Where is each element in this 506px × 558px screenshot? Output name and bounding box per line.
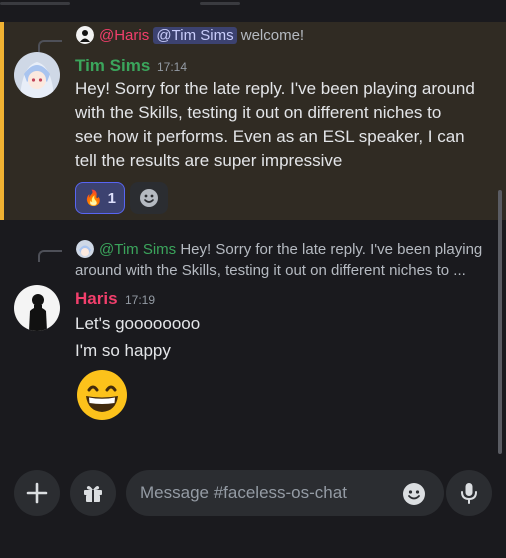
smile-icon[interactable]	[402, 482, 426, 506]
reaction-button[interactable]: 🔥 1	[75, 182, 125, 214]
reply-connector	[38, 40, 62, 52]
fire-icon: 🔥	[83, 190, 103, 207]
message-line: with the Skills, testing it out on diffe…	[75, 103, 442, 122]
composer-bar: Message #faceless-os-chat	[0, 464, 506, 558]
message-line: Let's goooooooo	[75, 314, 201, 333]
message-line: Hey! Sorry for the late reply. I've been…	[75, 79, 475, 98]
smile-icon	[140, 189, 158, 207]
reply-connector	[38, 250, 62, 262]
timestamp: 17:19	[125, 293, 156, 307]
username[interactable]: Haris	[75, 289, 118, 309]
reply-mention[interactable]: @Tim Sims	[153, 27, 237, 44]
divider	[200, 2, 240, 5]
avatar[interactable]	[14, 52, 60, 98]
message-placeholder: Message #faceless-os-chat	[140, 483, 347, 502]
divider	[0, 2, 70, 5]
reply-text-continued: around with the Skills, testing it out o…	[75, 262, 466, 279]
timestamp: 17:14	[157, 60, 188, 74]
mention-highlight-bar	[0, 22, 4, 220]
grinning-emoji	[77, 370, 127, 420]
avatar[interactable]	[14, 285, 60, 331]
microphone-icon	[461, 483, 477, 504]
reply-preview[interactable]: @Haris @Tim Sims welcome!	[99, 27, 304, 44]
add-button[interactable]	[14, 470, 60, 516]
message-line: see how it performs. Even as an ESL spea…	[75, 127, 465, 146]
username[interactable]: Tim Sims	[75, 56, 150, 76]
reply-avatar[interactable]	[76, 240, 94, 258]
gift-icon	[84, 486, 102, 502]
add-reaction-button[interactable]	[130, 182, 168, 214]
scrollbar[interactable]	[498, 190, 502, 454]
message-line: I'm so happy	[75, 341, 171, 360]
reply-avatar[interactable]	[76, 26, 94, 44]
voice-button[interactable]	[446, 470, 492, 516]
top-strip	[0, 0, 506, 22]
reply-text: welcome!	[240, 27, 305, 44]
plus-icon	[26, 482, 48, 504]
reply-text: Hey! Sorry for the late reply. I've been…	[180, 241, 483, 258]
reply-author[interactable]: @Haris	[99, 27, 149, 44]
reply-mention[interactable]: @Tim Sims	[99, 241, 176, 258]
reaction-count: 1	[107, 189, 117, 207]
message-line: tell the results are super impressive	[75, 151, 343, 170]
reply-preview[interactable]: @Tim Sims Hey! Sorry for the late reply.…	[99, 241, 482, 258]
gift-button[interactable]	[70, 470, 116, 516]
message-input[interactable]: Message #faceless-os-chat	[126, 470, 444, 516]
